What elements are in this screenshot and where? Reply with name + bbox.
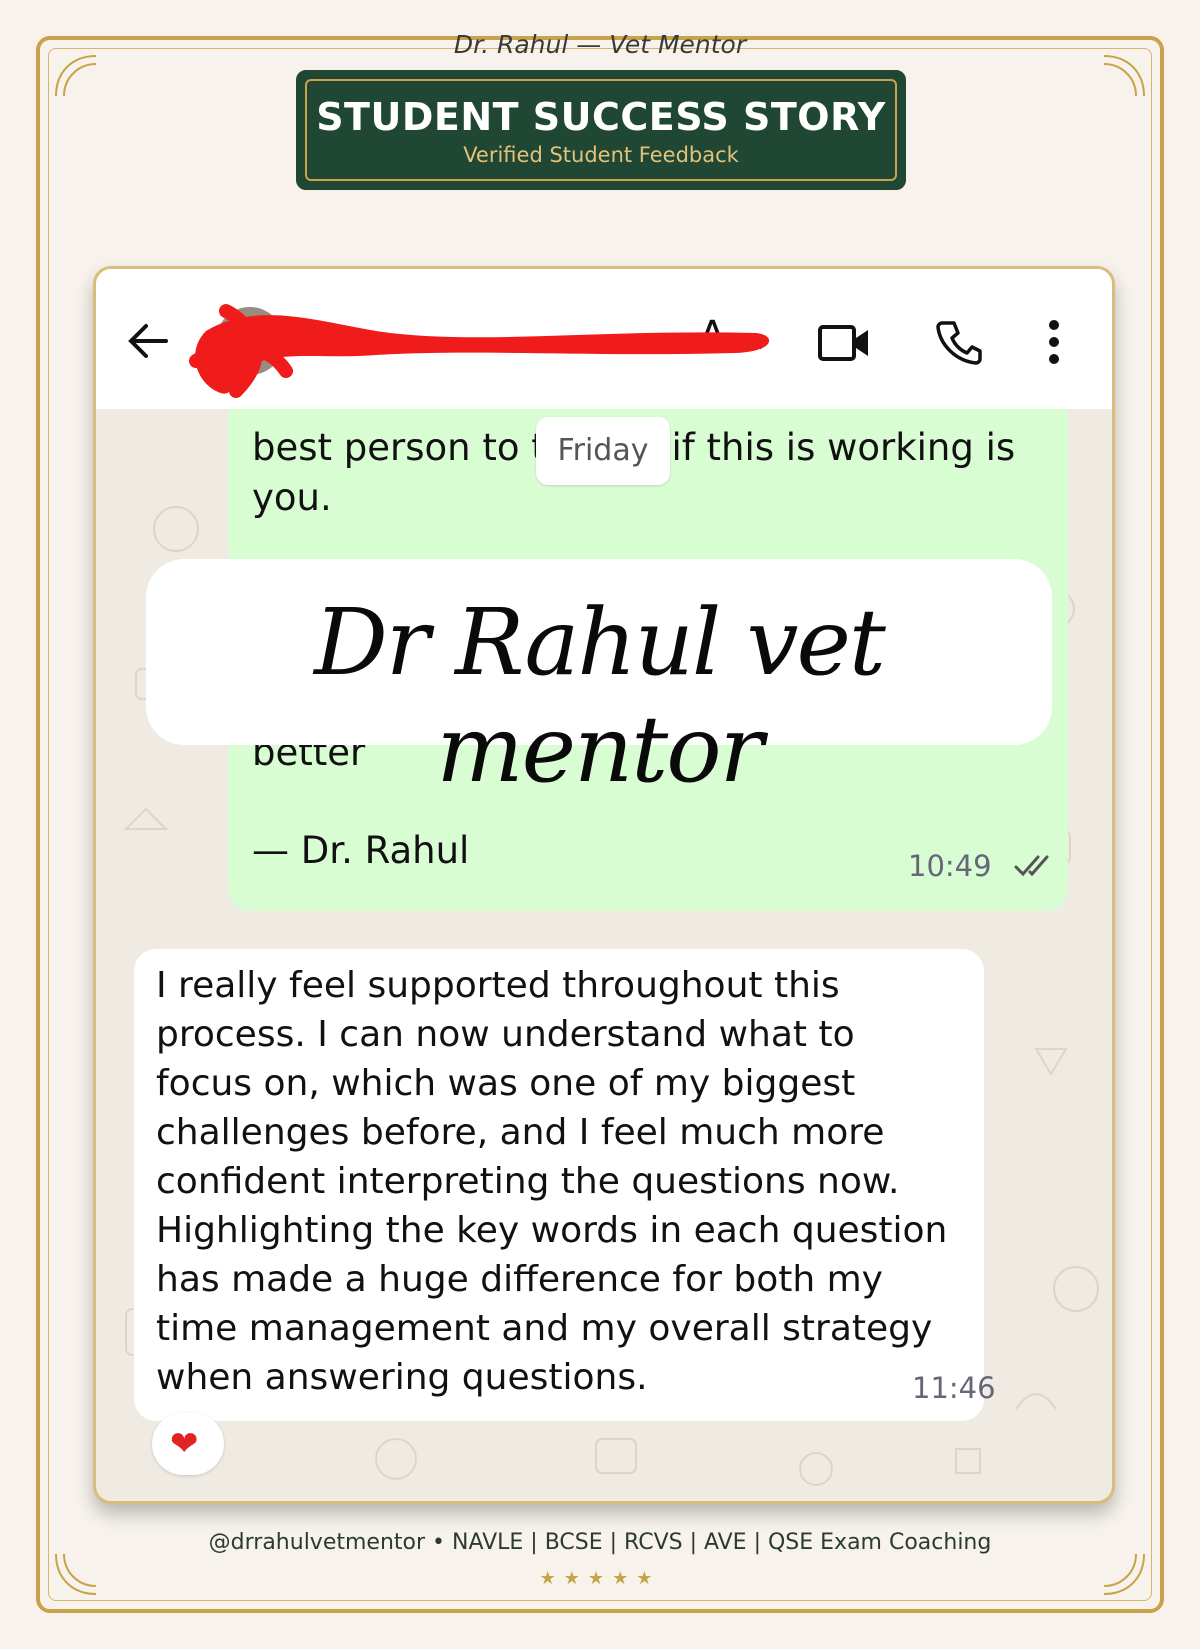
back-arrow-icon[interactable] — [126, 321, 170, 361]
incoming-timestamp: 11:46 — [912, 1371, 996, 1405]
incoming-message-text: I really feel supported throughout this … — [156, 965, 948, 1398]
corner-flourish-icon — [1088, 52, 1148, 112]
footer-text: @drrahulvetmentor • NAVLE | BCSE | RCVS … — [208, 1530, 992, 1555]
title-banner: STUDENT SUCCESS STORY Verified Student F… — [296, 70, 906, 190]
chat-screenshot-card: A… best person to tell me if this is wor… — [93, 266, 1115, 1504]
banner-subtitle: Verified Student Feedback — [463, 143, 739, 167]
contact-name[interactable]: A… — [306, 313, 766, 359]
outgoing-signature: — Dr. Rahul — [252, 829, 470, 872]
watermark-name-text: Dr Rahul vet mentor — [314, 589, 886, 803]
contact-avatar[interactable] — [216, 307, 284, 375]
outgoing-timestamp: 10:49 — [908, 849, 992, 883]
heart-reaction[interactable]: ❤ — [152, 1413, 224, 1475]
incoming-message-bubble[interactable]: I really feel supported throughout this … — [134, 949, 996, 1421]
double-check-read-icon — [1014, 855, 1049, 877]
banner-title: STUDENT SUCCESS STORY — [316, 95, 886, 139]
video-call-icon[interactable] — [818, 323, 870, 363]
corner-flourish-icon — [52, 52, 112, 112]
heart-icon: ❤ — [170, 1424, 199, 1464]
watermark-name-banner: Dr Rahul vet mentor — [146, 559, 1052, 803]
voice-call-icon[interactable] — [936, 319, 982, 365]
more-options-icon[interactable] — [1046, 319, 1062, 365]
top-caption: Dr. Rahul — Vet Mentor — [453, 30, 747, 59]
rating-stars: ★★★★★ — [539, 1568, 661, 1589]
chat-header: A… — [96, 269, 1112, 409]
date-separator-chip: Friday — [536, 417, 670, 485]
